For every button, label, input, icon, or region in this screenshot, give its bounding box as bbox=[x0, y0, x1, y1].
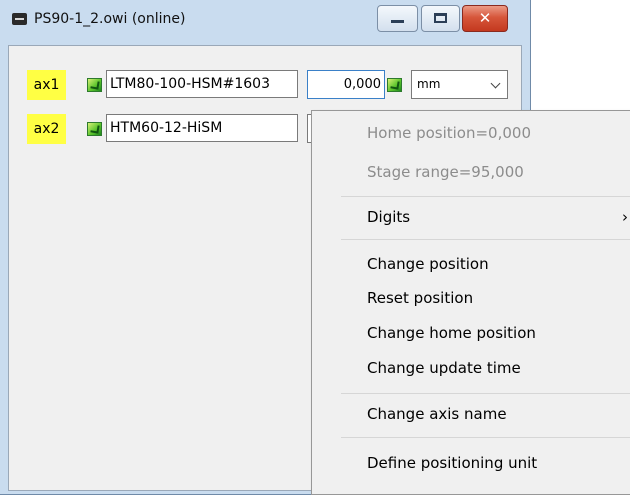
menu-separator bbox=[341, 437, 630, 438]
position-status-icon[interactable] bbox=[387, 78, 402, 92]
close-icon: ✕ bbox=[478, 9, 492, 27]
menu-separator bbox=[341, 393, 630, 394]
unit-select-value: mm bbox=[417, 77, 441, 91]
axis-row-ax2: ax2 HTM60-12-HiSM bbox=[27, 114, 327, 144]
menu-item-digits[interactable]: Digits › bbox=[312, 202, 630, 232]
connection-status-icon[interactable] bbox=[87, 78, 102, 92]
position-field[interactable]: 0,000 bbox=[307, 70, 385, 99]
close-button[interactable]: ✕ bbox=[462, 5, 508, 32]
stage-range-info: Stage range=95,000 bbox=[367, 163, 524, 181]
window-title: PS90-1_2.owi (online) bbox=[34, 11, 186, 27]
menu-item-reset-position[interactable]: Reset position bbox=[312, 283, 630, 313]
device-name-field[interactable]: HTM60-12-HiSM bbox=[106, 114, 298, 142]
axis-context-menu: Home position=0,000 Stage range=95,000 D… bbox=[311, 110, 630, 495]
submenu-arrow-icon: › bbox=[622, 208, 628, 226]
menu-item-change-position[interactable]: Change position bbox=[312, 249, 630, 279]
chevron-down-icon bbox=[490, 78, 501, 89]
axis-name-label[interactable]: ax2 bbox=[27, 114, 66, 144]
home-position-info: Home position=0,000 bbox=[367, 124, 531, 142]
axis-row-ax1: ax1 LTM80-100-HSM#1603 0,000 mm bbox=[27, 70, 517, 100]
minimize-button[interactable] bbox=[377, 5, 418, 32]
menu-separator bbox=[341, 239, 630, 240]
device-name-field[interactable]: LTM80-100-HSM#1603 bbox=[106, 70, 298, 98]
menu-item-change-home-position[interactable]: Change home position bbox=[312, 318, 630, 348]
app-icon[interactable] bbox=[12, 13, 27, 25]
title-bar[interactable]: PS90-1_2.owi (online) ✕ bbox=[0, 0, 530, 36]
menu-item-define-positioning-unit[interactable]: Define positioning unit bbox=[312, 448, 630, 478]
unit-select[interactable]: mm bbox=[411, 70, 508, 99]
maximize-button[interactable] bbox=[421, 5, 460, 32]
axis-name-label[interactable]: ax1 bbox=[27, 70, 66, 100]
connection-status-icon[interactable] bbox=[87, 122, 102, 136]
menu-item-label: Digits bbox=[367, 208, 411, 226]
menu-item-change-update-time[interactable]: Change update time bbox=[312, 353, 630, 383]
menu-item-change-axis-name[interactable]: Change axis name bbox=[312, 399, 630, 429]
maximize-icon bbox=[434, 13, 447, 23]
minimize-icon bbox=[391, 20, 404, 23]
menu-separator bbox=[341, 196, 630, 197]
